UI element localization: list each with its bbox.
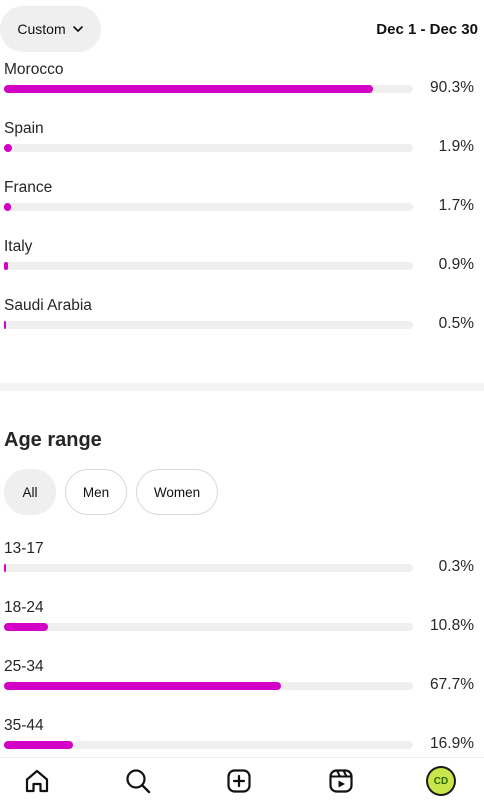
section-divider <box>0 383 484 391</box>
country-row: Saudi Arabia 0.5% <box>4 297 478 337</box>
percent-value: 67.7% <box>430 676 474 693</box>
home-icon[interactable] <box>22 766 52 796</box>
percent-value: 10.8% <box>430 617 474 634</box>
avatar: CD <box>426 766 456 796</box>
avatar-logo: CD <box>428 768 454 794</box>
custom-filter-button[interactable]: Custom <box>0 6 101 52</box>
country-row: France 1.7% <box>4 179 478 219</box>
bar-track <box>4 85 413 93</box>
bar-track <box>4 321 413 329</box>
percent-value: 16.9% <box>430 735 474 752</box>
filter-men-button[interactable]: Men <box>65 469 127 515</box>
filter-women-button[interactable]: Women <box>136 469 218 515</box>
bar-track <box>4 564 413 572</box>
bottom-nav: CD <box>0 757 484 800</box>
country-label: Morocco <box>4 61 64 78</box>
percent-value: 0.9% <box>438 256 474 273</box>
bar-fill <box>4 85 374 93</box>
custom-filter-label: Custom <box>17 21 66 37</box>
age-row: 35-44 16.9% <box>4 717 478 757</box>
percent-value: 1.7% <box>438 197 474 214</box>
bar-track <box>4 741 413 749</box>
bar-track <box>4 623 413 631</box>
percent-value: 0.5% <box>438 315 474 332</box>
percent-value: 1.9% <box>438 138 474 155</box>
chevron-down-icon <box>72 26 83 32</box>
country-label: Italy <box>4 238 33 255</box>
date-range: Dec 1 - Dec 30 <box>376 21 478 38</box>
percent-value: 90.3% <box>430 79 474 96</box>
age-label: 35-44 <box>4 717 44 734</box>
top-bar: Custom Dec 1 - Dec 30 <box>0 0 484 62</box>
bar-track <box>4 262 413 270</box>
create-icon[interactable] <box>224 766 254 796</box>
percent-value: 0.3% <box>438 558 474 575</box>
age-label: 13-17 <box>4 540 44 557</box>
country-label: Saudi Arabia <box>4 297 92 314</box>
bar-fill <box>4 682 281 690</box>
age-row: 18-24 10.8% <box>4 599 478 639</box>
age-row: 25-34 67.7% <box>4 658 478 698</box>
country-row: Morocco 90.3% <box>4 61 478 101</box>
country-row: Italy 0.9% <box>4 238 478 278</box>
bar-fill <box>4 564 6 572</box>
bar-track <box>4 144 413 152</box>
country-label: Spain <box>4 120 44 137</box>
search-icon[interactable] <box>123 766 153 796</box>
age-label: 18-24 <box>4 599 44 616</box>
bar-fill <box>4 203 11 211</box>
age-label: 25-34 <box>4 658 44 675</box>
country-label: France <box>4 179 53 196</box>
country-row: Spain 1.9% <box>4 120 478 160</box>
bar-fill <box>4 741 74 749</box>
bar-track <box>4 203 413 211</box>
filter-all-button[interactable]: All <box>4 469 56 515</box>
age-row: 13-17 0.3% <box>4 540 478 580</box>
bar-track <box>4 682 413 690</box>
bar-fill <box>4 144 12 152</box>
reels-icon[interactable] <box>326 766 356 796</box>
bar-fill <box>4 321 7 329</box>
profile-avatar[interactable]: CD <box>426 766 456 796</box>
bar-fill <box>4 623 49 631</box>
age-range-title: Age range <box>4 429 102 451</box>
bar-fill <box>4 262 8 270</box>
